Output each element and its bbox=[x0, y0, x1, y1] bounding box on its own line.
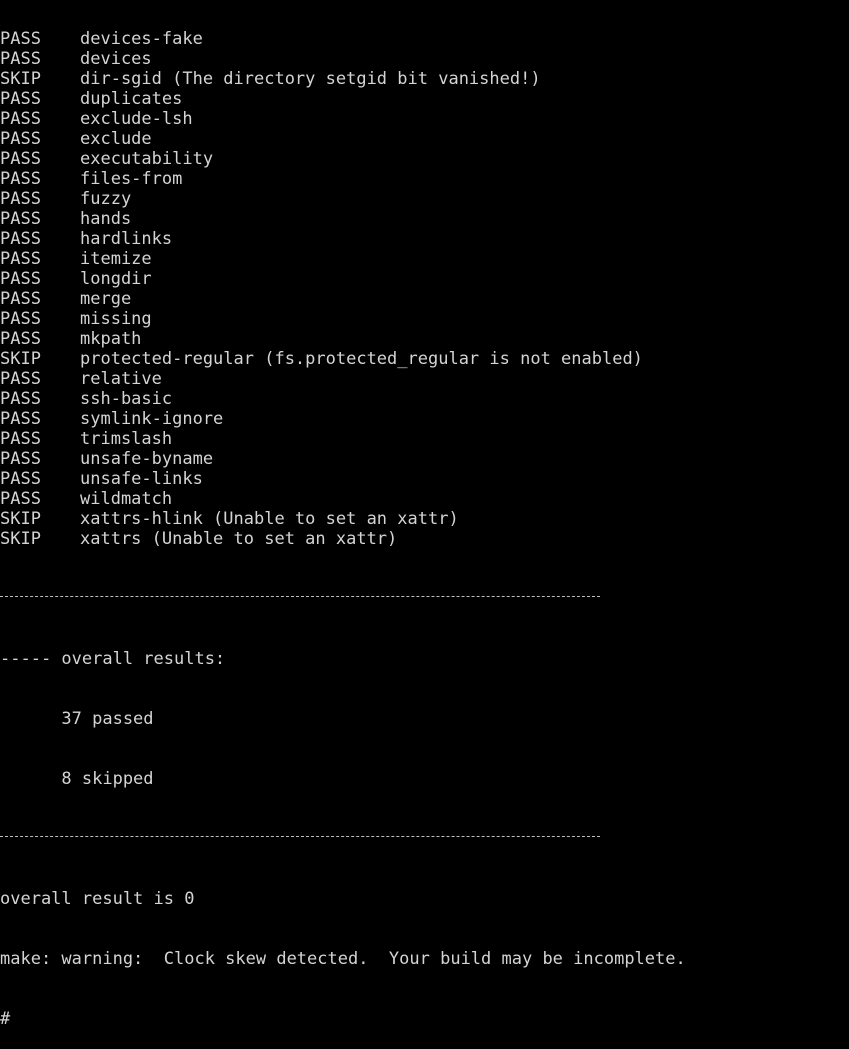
test-result-row: PASS ssh-basic bbox=[0, 389, 849, 409]
test-status: SKIP bbox=[0, 349, 41, 369]
test-result-row: PASS devices bbox=[0, 49, 849, 69]
test-result-row: PASS fuzzy bbox=[0, 189, 849, 209]
test-result-row: PASS unsafe-links bbox=[0, 469, 849, 489]
test-name: missing bbox=[80, 309, 152, 329]
test-status: PASS bbox=[0, 29, 41, 49]
test-name: trimslash bbox=[80, 429, 173, 449]
test-name: exclude-lsh bbox=[80, 109, 193, 129]
terminal-output[interactable]: PASS devices-fake PASS devices SKIP dir-sgid … bbox=[0, 0, 849, 1049]
test-status: PASS bbox=[0, 189, 41, 209]
test-result-row: PASS longdir bbox=[0, 269, 849, 289]
test-result-row: SKIP dir-sgid (The directory setgid bit v… bbox=[0, 69, 849, 89]
test-name: hardlinks bbox=[80, 229, 173, 249]
test-result-row: SKIP protected-regular (fs.protected_regu… bbox=[0, 349, 849, 369]
test-status: PASS bbox=[0, 389, 41, 409]
test-result-row: PASS relative bbox=[0, 369, 849, 389]
test-result-row: PASS exclude bbox=[0, 129, 849, 149]
test-name: dir-sgid (The directory setgid bit vanis… bbox=[80, 69, 541, 89]
test-name: duplicates bbox=[80, 89, 183, 109]
test-status: SKIP bbox=[0, 69, 41, 89]
test-status: PASS bbox=[0, 429, 41, 449]
test-name: ssh-basic bbox=[80, 389, 173, 409]
test-name: unsafe-byname bbox=[80, 449, 214, 469]
test-name: xattrs-hlink (Unable to set an xattr) bbox=[80, 509, 459, 529]
test-status: PASS bbox=[0, 169, 41, 189]
test-name: mkpath bbox=[80, 329, 142, 349]
separator-line bbox=[0, 829, 849, 849]
test-name: devices-fake bbox=[80, 29, 203, 49]
test-name: wildmatch bbox=[80, 489, 173, 509]
test-status: PASS bbox=[0, 409, 41, 429]
test-result-row: PASS symlink-ignore bbox=[0, 409, 849, 429]
test-name: unsafe-links bbox=[80, 469, 203, 489]
test-name: relative bbox=[80, 369, 162, 389]
make-warning-line: make: warning: Clock skew detected. Your… bbox=[0, 949, 686, 969]
test-result-row: PASS executability bbox=[0, 149, 849, 169]
test-result-row: PASS wildmatch bbox=[0, 489, 849, 509]
test-status: SKIP bbox=[0, 509, 41, 529]
test-result-row: PASS mkpath bbox=[0, 329, 849, 349]
test-status: PASS bbox=[0, 369, 41, 389]
passed-count: 37 passed bbox=[0, 709, 154, 729]
test-name: files-from bbox=[80, 169, 183, 189]
test-name: symlink-ignore bbox=[80, 409, 224, 429]
test-status: PASS bbox=[0, 89, 41, 109]
test-status: PASS bbox=[0, 489, 41, 509]
test-name: fuzzy bbox=[80, 189, 132, 209]
test-result-row: PASS devices-fake bbox=[0, 29, 849, 49]
test-status: PASS bbox=[0, 269, 41, 289]
test-result-row: PASS duplicates bbox=[0, 89, 849, 109]
test-status: PASS bbox=[0, 289, 41, 309]
test-result-row: SKIP xattrs (Unable to set an xattr) bbox=[0, 529, 849, 549]
test-status: PASS bbox=[0, 329, 41, 349]
test-result-row: PASS merge bbox=[0, 289, 849, 309]
test-name: exclude bbox=[80, 129, 152, 149]
test-result-row: PASS unsafe-byname bbox=[0, 449, 849, 469]
test-name: protected-regular (fs.protected_regular … bbox=[80, 349, 643, 369]
test-status: SKIP bbox=[0, 529, 41, 549]
test-result-row: PASS exclude-lsh bbox=[0, 109, 849, 129]
test-name: hands bbox=[80, 209, 132, 229]
test-status: PASS bbox=[0, 129, 41, 149]
test-result-row: PASS hands bbox=[0, 209, 849, 229]
test-status: PASS bbox=[0, 309, 41, 329]
test-status: PASS bbox=[0, 229, 41, 249]
test-name: merge bbox=[80, 289, 132, 309]
test-result-row: PASS itemize bbox=[0, 249, 849, 269]
shell-prompt-line[interactable]: # bbox=[0, 1009, 849, 1029]
test-result-row: PASS hardlinks bbox=[0, 229, 849, 249]
test-result-row: SKIP xattrs-hlink (Unable to set an xattr… bbox=[0, 509, 849, 529]
test-name: longdir bbox=[80, 269, 152, 289]
test-name: executability bbox=[80, 149, 214, 169]
test-status: PASS bbox=[0, 249, 41, 269]
test-result-row: PASS trimslash bbox=[0, 429, 849, 449]
skipped-count: 8 skipped bbox=[0, 769, 154, 789]
test-name: devices bbox=[80, 49, 152, 69]
test-results-list: PASS devices-fake PASS devices SKIP dir-sgid … bbox=[0, 29, 849, 549]
test-status: PASS bbox=[0, 109, 41, 129]
test-name: itemize bbox=[80, 249, 152, 269]
overall-result-line: overall result is 0 bbox=[0, 889, 195, 909]
test-status: PASS bbox=[0, 49, 41, 69]
test-status: PASS bbox=[0, 469, 41, 489]
shell-prompt: # bbox=[0, 1009, 11, 1029]
test-status: PASS bbox=[0, 449, 41, 469]
test-status: PASS bbox=[0, 209, 41, 229]
test-result-row: PASS missing bbox=[0, 309, 849, 329]
test-name: xattrs (Unable to set an xattr) bbox=[80, 529, 398, 549]
test-status: PASS bbox=[0, 149, 41, 169]
overall-results-header: ----- overall results: bbox=[0, 649, 226, 669]
separator-line bbox=[0, 589, 849, 609]
test-result-row: PASS files-from bbox=[0, 169, 849, 189]
